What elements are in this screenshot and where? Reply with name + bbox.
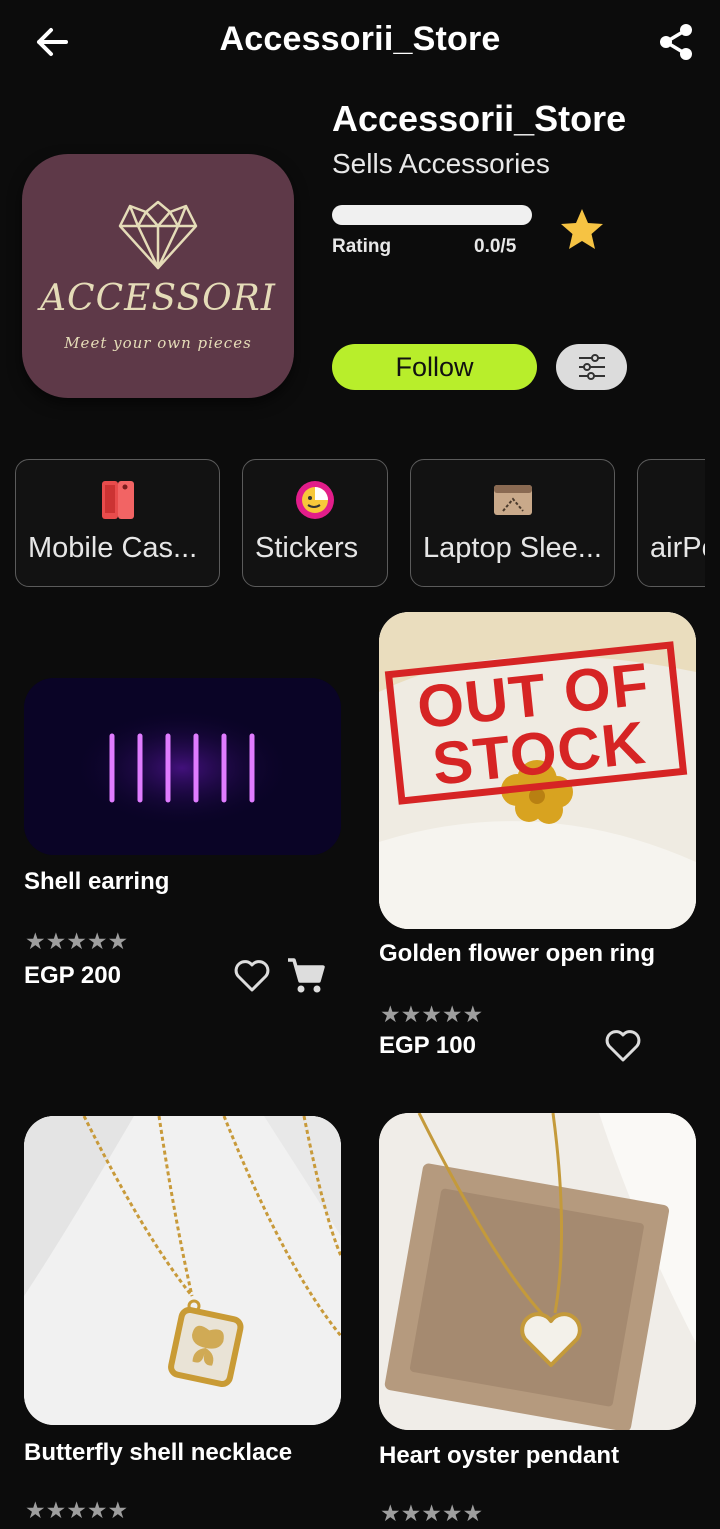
sticker-icon: [295, 480, 335, 520]
heart-icon[interactable]: [603, 1026, 643, 1066]
category-label: Mobile Cas...: [28, 532, 198, 564]
app-bar: Accessorii_Store: [0, 0, 720, 84]
filter-button[interactable]: [556, 344, 627, 390]
product-name[interactable]: Heart oyster pendant: [379, 1440, 679, 1472]
product-name[interactable]: Butterfly shell necklace: [24, 1437, 344, 1469]
store-name: Accessorii_Store: [332, 98, 627, 139]
store-logo: ACCESSORI Meet your own pieces: [22, 154, 294, 398]
category-label: Stickers: [255, 532, 359, 564]
logo-wordmark: ACCESSORI: [40, 278, 276, 319]
category-label: Laptop Slee...: [423, 532, 602, 564]
product-rating-stars: ★★★★★: [380, 1500, 484, 1526]
sliders-icon: [578, 354, 605, 380]
product-image-heart-pendant[interactable]: [379, 1113, 696, 1430]
page-title: Accessorii_Store: [219, 20, 501, 58]
store-description: Sells Accessories: [332, 148, 550, 179]
product-name[interactable]: Golden flower open ring: [379, 938, 679, 970]
category-list[interactable]: Mobile Cas... Stickers Laptop Slee... ai…: [0, 459, 705, 587]
butterfly-necklace-image: [24, 1116, 341, 1425]
logo-tagline: Meet your own pieces: [64, 334, 252, 352]
category-stickers[interactable]: Stickers: [242, 459, 388, 587]
phone-case-icon: [98, 480, 138, 520]
product-price: EGP 200: [24, 962, 121, 989]
product-image-shell-earring[interactable]: [24, 678, 341, 855]
category-airpods[interactable]: airPo: [637, 459, 705, 587]
product-name[interactable]: Shell earring: [24, 866, 344, 898]
category-mobile-cases[interactable]: Mobile Cas...: [15, 459, 220, 587]
product-image-golden-ring[interactable]: OUT OF STOCK: [379, 612, 696, 929]
laptop-sleeve-icon: [493, 480, 533, 520]
rating-value: 0.0/5: [474, 236, 517, 257]
heart-icon[interactable]: [232, 956, 272, 996]
heart-pendant-image: [379, 1113, 696, 1430]
category-laptop-sleeves[interactable]: Laptop Slee...: [410, 459, 615, 587]
product-rating-stars: ★★★★★: [25, 928, 129, 954]
share-icon[interactable]: [652, 18, 700, 66]
rating-label: Rating: [332, 236, 392, 257]
follow-button[interactable]: Follow: [332, 344, 537, 390]
product-price: EGP 100: [379, 1032, 476, 1059]
product-image-butterfly-necklace[interactable]: [24, 1116, 341, 1425]
rating-progress-bar: [332, 205, 532, 225]
product-rating-stars: ★★★★★: [380, 1001, 484, 1027]
product-rating-stars: ★★★★★: [25, 1497, 129, 1523]
star-icon: [561, 209, 603, 249]
category-label: airPo: [650, 532, 705, 564]
cart-icon[interactable]: [286, 955, 326, 995]
diamond-heart-icon: [118, 200, 198, 270]
neon-bars-image: [24, 678, 341, 855]
